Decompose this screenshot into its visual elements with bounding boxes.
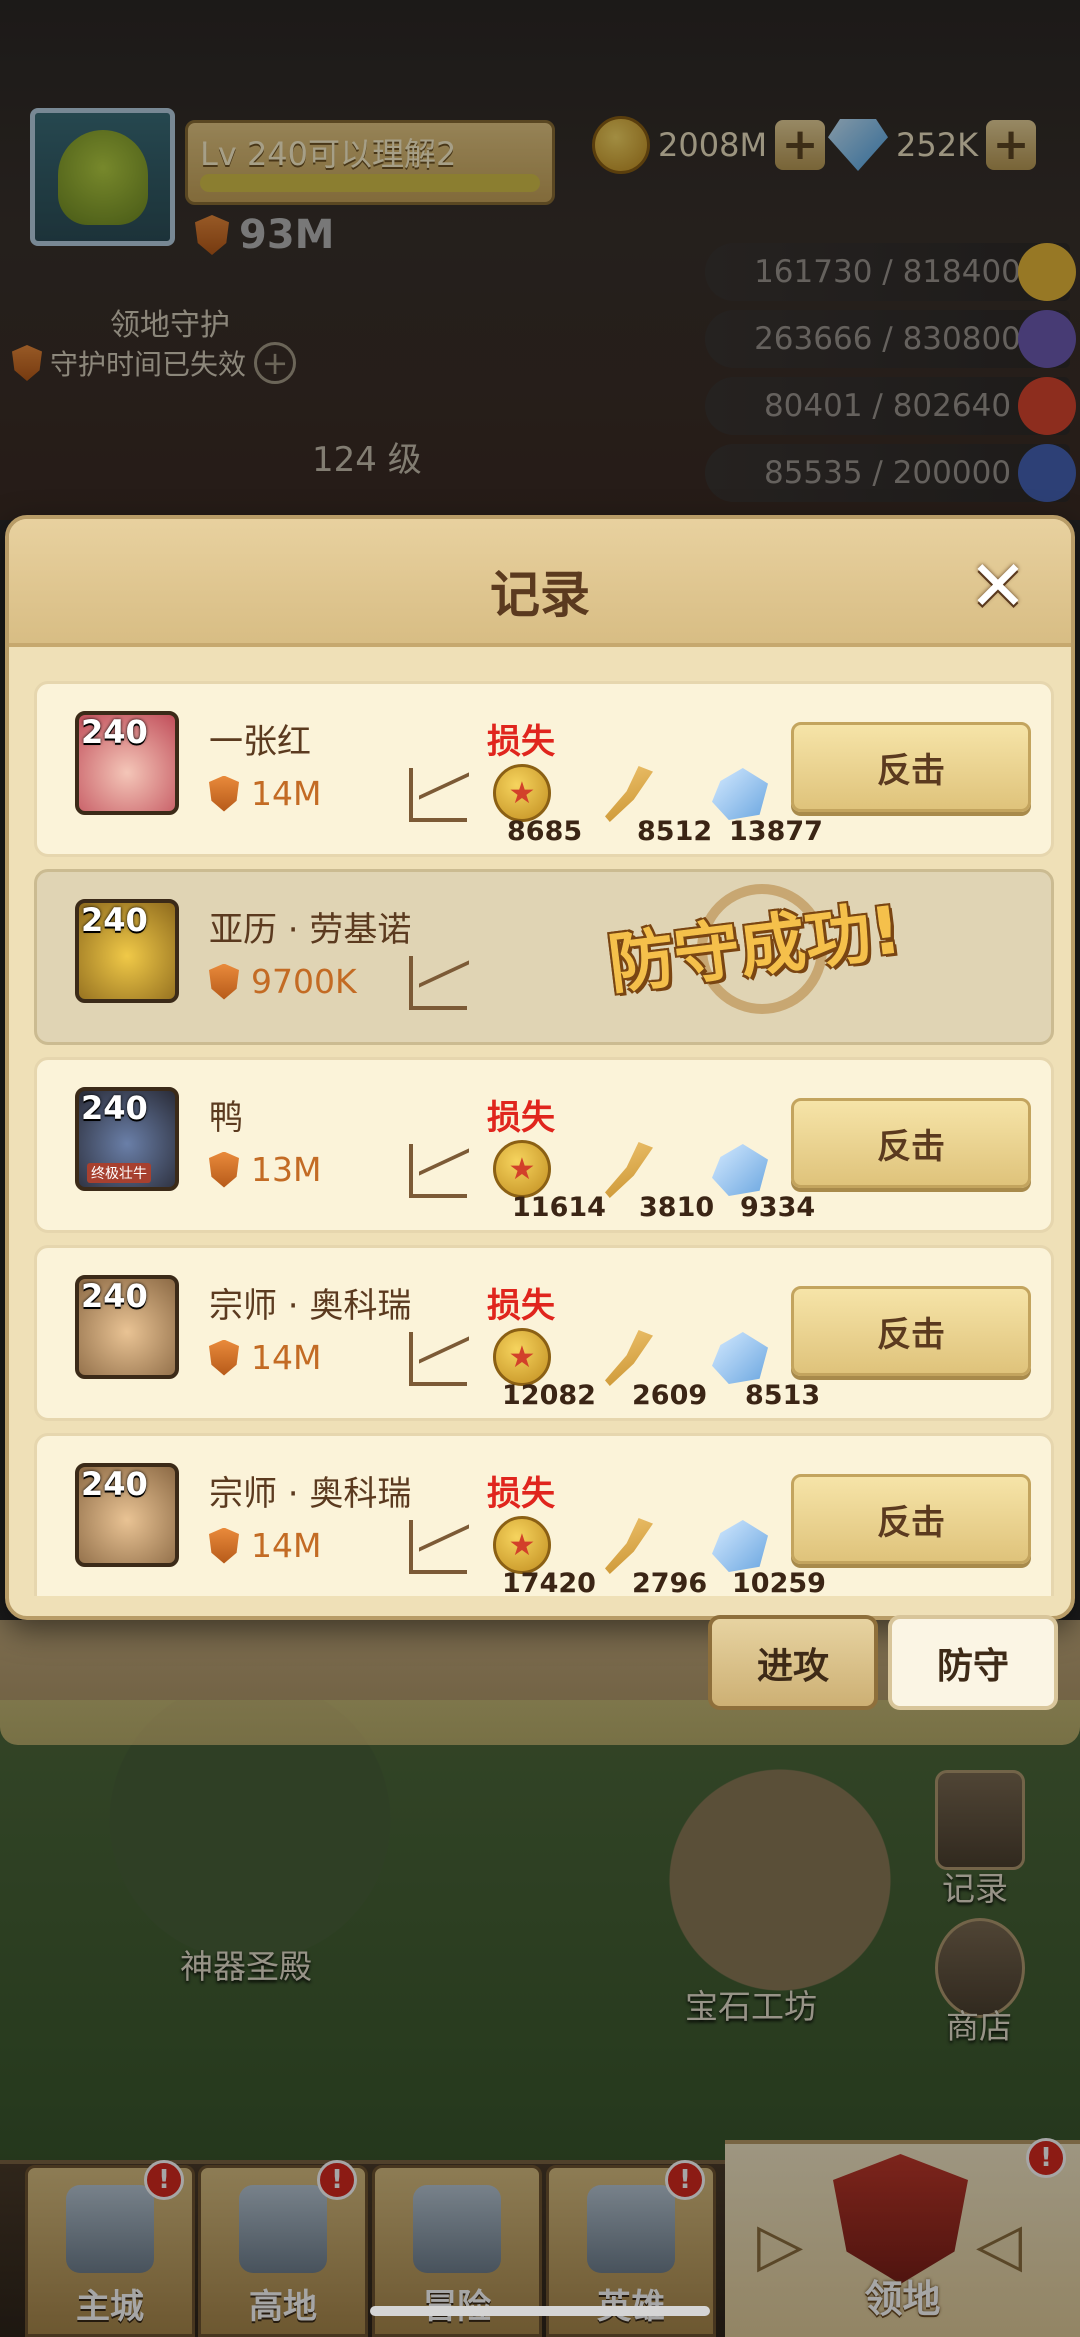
ore-icon	[712, 768, 768, 820]
enemy-power: 14M	[209, 774, 321, 813]
loss-ore: 9334	[740, 1192, 816, 1223]
enemy-power-value: 14M	[251, 1526, 322, 1565]
wheat-icon	[605, 766, 653, 822]
enemy-level: 240	[81, 901, 148, 939]
portrait-badge: 终极壮牛	[87, 1163, 151, 1183]
counterattack-button[interactable]: 反击	[791, 1098, 1031, 1188]
enemy-level: 240	[81, 1089, 148, 1127]
enemy-name: 宗师 · 奥科瑞	[209, 1286, 412, 1326]
battle-report-chart-icon[interactable]	[409, 1332, 467, 1386]
enemy-name: 鸭	[209, 1098, 243, 1138]
loss-food: 8512	[637, 816, 713, 847]
record-row: 240 一张红 14M 损失 ★ 8685 8512 13877 反击	[34, 681, 1054, 857]
counterattack-button[interactable]: 反击	[791, 722, 1031, 812]
coin-icon: ★	[493, 1140, 551, 1198]
loss-coins: 12082	[502, 1380, 596, 1411]
enemy-power: 14M	[209, 1526, 321, 1565]
enemy-level: 240	[81, 713, 148, 751]
wheat-icon	[605, 1330, 653, 1386]
ore-icon	[712, 1144, 768, 1196]
loss-ore: 8513	[745, 1380, 821, 1411]
close-button[interactable]: ✕	[965, 551, 1031, 621]
loss-food: 2796	[632, 1568, 708, 1596]
coin-icon: ★	[493, 1516, 551, 1574]
counterattack-button[interactable]: 反击	[791, 1474, 1031, 1564]
battle-report-chart-icon[interactable]	[409, 956, 467, 1010]
battle-report-chart-icon[interactable]	[409, 1520, 467, 1574]
enemy-power: 14M	[209, 1338, 321, 1377]
enemy-name: 亚历 · 劳基诺	[209, 910, 412, 950]
power-shield-icon	[209, 1527, 239, 1564]
record-list[interactable]: 240 一张红 14M 损失 ★ 8685 8512 13877 反击 240 …	[34, 681, 1054, 1596]
record-modal: 记录 ✕ 240 一张红 14M 损失 ★ 8685 8512 13877 反击	[5, 515, 1075, 1620]
loss-food: 2609	[632, 1380, 708, 1411]
loss-food: 3810	[639, 1192, 715, 1223]
loss-ore: 10259	[732, 1568, 826, 1596]
counterattack-button[interactable]: 反击	[791, 1286, 1031, 1376]
enemy-portrait[interactable]: 240	[75, 1275, 179, 1379]
enemy-power: 9700K	[209, 962, 357, 1001]
enemy-portrait[interactable]: 240	[75, 711, 179, 815]
defense-success-stamp: 防守成功!	[604, 891, 906, 1004]
enemy-level: 240	[81, 1465, 148, 1503]
record-row: 240 终极壮牛 鸭 13M 损失 ★ 11614 3810 9334 反击	[34, 1057, 1054, 1233]
enemy-power-value: 14M	[251, 774, 322, 813]
record-row: 240 亚历 · 劳基诺 9700K 防守成功!	[34, 869, 1054, 1045]
battle-report-chart-icon[interactable]	[409, 1144, 467, 1198]
home-indicator[interactable]	[370, 2306, 710, 2316]
loss-label: 损失	[487, 1286, 555, 1326]
wheat-icon	[605, 1518, 653, 1574]
power-shield-icon	[209, 1339, 239, 1376]
loss-coins: 17420	[502, 1568, 596, 1596]
ore-icon	[712, 1332, 768, 1384]
enemy-power: 13M	[209, 1150, 321, 1189]
enemy-name: 一张红	[209, 722, 311, 762]
record-row: 240 宗师 · 奥科瑞 14M 损失 ★ 12082 2609 8513 反击	[34, 1245, 1054, 1421]
coin-icon: ★	[493, 764, 551, 822]
modal-title: 记录	[490, 566, 590, 624]
enemy-power-value: 14M	[251, 1338, 322, 1377]
tab-defend[interactable]: 防守	[888, 1615, 1058, 1710]
tab-attack[interactable]: 进攻	[708, 1615, 878, 1710]
enemy-portrait[interactable]: 240 终极壮牛	[75, 1087, 179, 1191]
loss-coins: 8685	[507, 816, 583, 847]
loss-coins: 11614	[512, 1192, 606, 1223]
enemy-portrait[interactable]: 240	[75, 899, 179, 1003]
ore-icon	[712, 1520, 768, 1572]
loss-label: 损失	[487, 722, 555, 762]
coin-icon: ★	[493, 1328, 551, 1386]
battle-report-chart-icon[interactable]	[409, 768, 467, 822]
power-shield-icon	[209, 1151, 239, 1188]
wheat-icon	[605, 1142, 653, 1198]
modal-header: 记录 ✕	[9, 519, 1071, 647]
enemy-level: 240	[81, 1277, 148, 1315]
loss-label: 损失	[487, 1098, 555, 1138]
power-shield-icon	[209, 963, 239, 1000]
loss-label: 损失	[487, 1474, 555, 1514]
record-row: 240 宗师 · 奥科瑞 14M 损失 ★ 17420 2796 10259 反…	[34, 1433, 1054, 1596]
enemy-portrait[interactable]: 240	[75, 1463, 179, 1567]
power-shield-icon	[209, 775, 239, 812]
loss-ore: 13877	[729, 816, 823, 847]
enemy-power-value: 9700K	[251, 962, 357, 1001]
enemy-power-value: 13M	[251, 1150, 322, 1189]
enemy-name: 宗师 · 奥科瑞	[209, 1474, 412, 1514]
